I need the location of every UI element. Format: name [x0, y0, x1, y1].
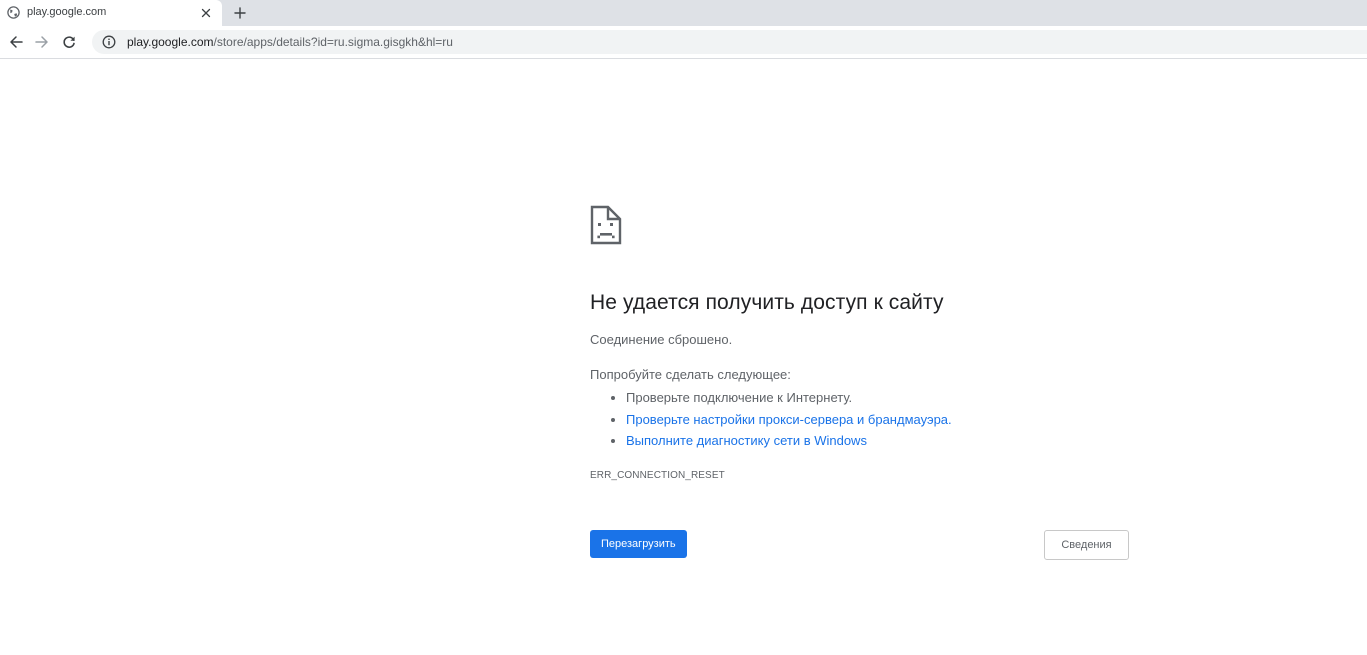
- error-code: ERR_CONNECTION_RESET: [590, 470, 725, 481]
- url-path: /store/apps/details?id=ru.sigma.gisgkh&h…: [213, 35, 453, 49]
- url-host: play.google.com: [127, 35, 214, 49]
- tab-strip: play.google.com: [0, 0, 1367, 26]
- suggestion-text: Проверьте подключение к Интернету.: [626, 390, 853, 405]
- plus-icon[interactable]: [230, 3, 250, 23]
- suggestion-check-connection: Проверьте подключение к Интернету.: [590, 387, 952, 409]
- suggestions-heading: Попробуйте сделать следующее:: [590, 367, 791, 382]
- suggestion-proxy-firewall: Проверьте настройки прокси-сервера и бра…: [590, 409, 952, 431]
- suggestion-network-diagnostics: Выполните диагностику сети в Windows: [590, 430, 952, 452]
- details-button[interactable]: Сведения: [1044, 530, 1129, 560]
- close-icon[interactable]: [197, 4, 214, 21]
- browser-tab-active[interactable]: play.google.com: [0, 0, 222, 26]
- info-icon[interactable]: [102, 35, 116, 49]
- browser-toolbar: play.google.com/store/apps/details?id=ru…: [0, 26, 1367, 59]
- network-diagnostics-link[interactable]: Выполните диагностику сети в Windows: [626, 433, 867, 448]
- reload-button[interactable]: Перезагрузить: [590, 530, 687, 558]
- globe-icon: [7, 6, 20, 19]
- url-text: play.google.com/store/apps/details?id=ru…: [127, 35, 453, 49]
- tab-title: play.google.com: [27, 6, 107, 18]
- error-title: Не удается получить доступ к сайту: [590, 291, 944, 314]
- error-description: Соединение сброшено.: [590, 332, 733, 347]
- reload-icon[interactable]: [60, 33, 78, 51]
- back-arrow-icon[interactable]: [7, 33, 25, 51]
- proxy-firewall-link[interactable]: Проверьте настройки прокси-сервера и бра…: [626, 412, 952, 427]
- forward-arrow-icon[interactable]: [33, 33, 51, 51]
- sad-page-icon: [590, 205, 622, 245]
- suggestions-list: Проверьте подключение к Интернету. Прове…: [590, 387, 952, 452]
- address-bar[interactable]: play.google.com/store/apps/details?id=ru…: [92, 30, 1367, 54]
